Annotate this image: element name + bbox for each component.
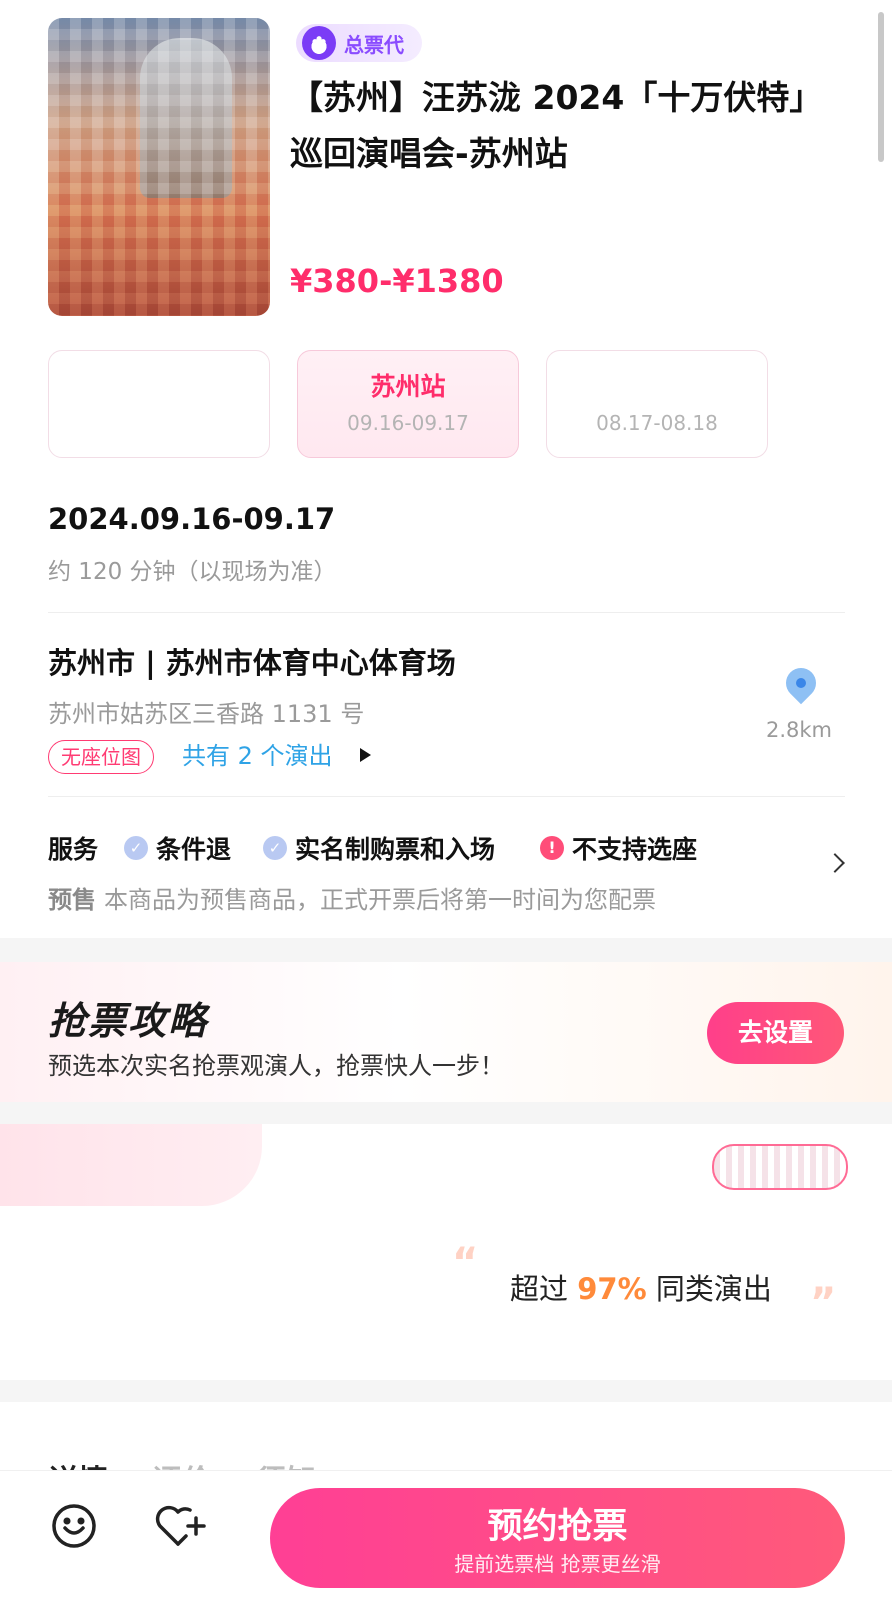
session-date: 09.16-09.17 — [347, 411, 469, 435]
venue-distance: 2.8km — [766, 718, 833, 742]
ranking-text: 超过 97% 同类演出 — [510, 1266, 772, 1308]
session-card[interactable] — [48, 350, 270, 458]
agent-badge: ✿ 总票代 — [296, 24, 422, 62]
event-title: 【苏州】汪苏泷 2024「十万伏特」巡回演唱会-苏州站 — [290, 78, 823, 173]
session-date: 08.17-08.18 — [596, 411, 718, 435]
venue-address: 苏州市姑苏区三香路 1131 号 — [48, 700, 365, 728]
service-item[interactable]: ✓ 条件退 — [124, 830, 231, 866]
show-count-link[interactable]: 共有 2 个演出 — [182, 740, 333, 772]
service-item[interactable]: ✓ 实名制购票和入场 — [263, 830, 495, 866]
no-seatmap-tag: 无座位图 — [48, 740, 154, 774]
presale-label: 预售 — [48, 886, 96, 914]
section-gap — [0, 938, 892, 962]
play-arrow-icon[interactable] — [360, 748, 371, 762]
cta-sub-label: 提前选票档 抢票更丝滑 — [454, 1552, 661, 1576]
scrollbar[interactable] — [878, 12, 884, 162]
ranking-percent: 97% — [577, 1272, 647, 1306]
setup-button[interactable]: 去设置 — [707, 1002, 844, 1064]
ranking-suffix: 同类演出 — [655, 1272, 772, 1306]
session-card[interactable]: 08.17-08.18 — [546, 350, 768, 458]
service-item[interactable]: ! 不支持选座 — [540, 830, 697, 866]
ranking-prefix: 超过 — [510, 1272, 569, 1306]
event-poster[interactable] — [48, 18, 270, 316]
location-pin-icon[interactable] — [779, 661, 823, 705]
customer-service-icon[interactable] — [48, 1500, 100, 1552]
reserve-ticket-button[interactable]: 预约抢票 提前选票档 抢票更丝滑 — [270, 1488, 845, 1588]
favorite-add-icon[interactable] — [152, 1500, 206, 1552]
session-title: 苏州站 — [370, 372, 446, 401]
agent-badge-label: 总票代 — [344, 32, 404, 57]
service-item-label: 不支持选座 — [572, 835, 698, 864]
quote-open-icon: “ — [452, 1240, 479, 1286]
quote-close-icon: ” — [810, 1280, 837, 1326]
event-date: 2024.09.16-09.17 — [48, 502, 336, 536]
presale-note[interactable]: 预售 本商品为预售商品，正式开票后将第一时间为您配票 — [48, 880, 656, 915]
price-range: ¥380-¥1380 — [290, 262, 504, 300]
venue-name[interactable]: 苏州市 | 苏州市体育中心体育场 — [48, 640, 456, 682]
warning-icon: ! — [540, 836, 564, 860]
section-gap — [0, 1102, 892, 1124]
check-icon: ✓ — [263, 836, 287, 860]
service-label: 服务 — [48, 835, 99, 864]
poster-pixelation — [48, 18, 270, 316]
presale-text: 本商品为预售商品，正式开票后将第一时间为您配票 — [104, 886, 656, 914]
ranking-badge — [712, 1144, 848, 1190]
chevron-right-icon[interactable] — [825, 853, 845, 873]
divider — [48, 796, 845, 797]
session-card-selected[interactable]: 苏州站 09.16-09.17 — [297, 350, 519, 458]
strategy-title: 抢票攻略 — [48, 999, 209, 1043]
service-item-label: 实名制购票和入场 — [295, 835, 496, 864]
service-item-label: 条件退 — [156, 835, 232, 864]
strategy-subtitle: 预选本次实名抢票观演人，抢票快人一步！ — [48, 1052, 504, 1080]
agent-logo-icon: ✿ — [302, 26, 336, 60]
event-duration: 约 120 分钟（以现场为准） — [48, 559, 337, 585]
check-icon: ✓ — [124, 836, 148, 860]
section-gap — [0, 1380, 892, 1402]
cta-main-label: 预约抢票 — [487, 1507, 628, 1547]
divider — [48, 612, 845, 613]
ranking-corner-decoration — [0, 1124, 262, 1206]
